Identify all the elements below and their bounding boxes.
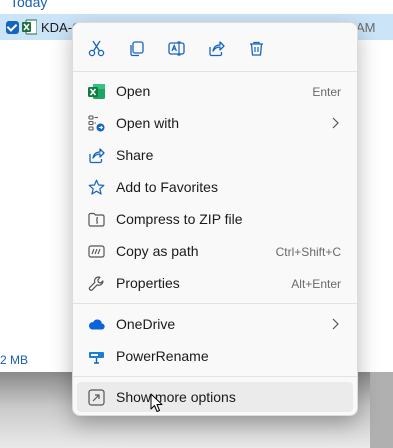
delete-icon <box>249 41 263 56</box>
chevron-right-icon <box>332 318 339 330</box>
menu-item-powerrename[interactable]: PowerRename <box>77 341 353 371</box>
excel-file-icon <box>22 19 37 35</box>
mouse-cursor-icon <box>150 393 163 412</box>
chevron-right-icon <box>332 117 339 129</box>
copy-icon <box>129 40 144 56</box>
menu-item-properties[interactable]: Properties Alt+Enter <box>77 268 353 298</box>
cut-icon <box>88 40 104 56</box>
copy-path-icon <box>88 243 105 260</box>
menu-item-show-more-options[interactable]: Show more options <box>77 382 353 412</box>
cloud-icon <box>88 316 105 333</box>
copy-button[interactable] <box>121 33 151 63</box>
shortcut-text: Alt+Enter <box>291 277 341 291</box>
menu-item-compress-zip[interactable]: Compress to ZIP file <box>77 204 353 234</box>
status-selection-size: 2 MB <box>0 353 29 367</box>
open-with-icon <box>88 115 105 132</box>
share-icon <box>208 40 225 56</box>
delete-button[interactable] <box>241 33 271 63</box>
menu-item-open-with[interactable]: Open with <box>77 108 353 138</box>
powerrename-icon <box>88 348 105 365</box>
menu-item-share[interactable]: Share <box>77 140 353 170</box>
shortcut-text: Ctrl+Shift+C <box>275 245 341 259</box>
wrench-icon <box>88 275 105 292</box>
selection-checkbox[interactable] <box>6 21 19 34</box>
rename-button[interactable] <box>161 33 191 63</box>
share-button[interactable] <box>201 33 231 63</box>
file-time: AM <box>356 20 376 35</box>
zip-folder-icon <box>88 211 105 228</box>
scrollbar-track[interactable] <box>370 372 393 448</box>
cut-button[interactable] <box>81 33 111 63</box>
group-header-today[interactable]: Today <box>0 0 47 10</box>
excel-icon <box>88 83 105 100</box>
menu-item-copy-as-path[interactable]: Copy as path Ctrl+Shift+C <box>77 236 353 266</box>
star-icon <box>88 179 105 196</box>
shortcut-text: Enter <box>312 85 341 99</box>
rename-icon <box>167 40 185 56</box>
menu-item-onedrive[interactable]: OneDrive <box>77 309 353 339</box>
more-options-icon <box>88 389 105 406</box>
menu-item-add-to-favorites[interactable]: Add to Favorites <box>77 172 353 202</box>
menu-separator <box>73 376 357 377</box>
menu-separator <box>73 71 357 72</box>
quick-actions-row <box>73 33 357 63</box>
share-icon <box>88 147 105 164</box>
menu-separator <box>73 303 357 304</box>
menu-item-open[interactable]: Open Enter <box>77 76 353 106</box>
context-menu: Open Enter Open with Share Add to Favori… <box>72 22 358 416</box>
